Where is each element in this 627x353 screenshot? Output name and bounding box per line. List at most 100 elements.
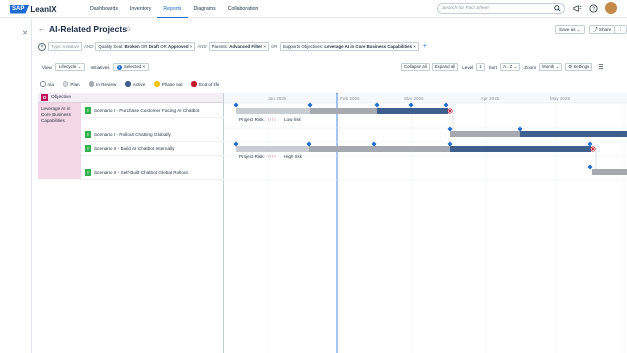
objective-header[interactable]: O Objective <box>38 93 223 103</box>
settings-label: Settings <box>573 64 590 69</box>
left-collapsed-sidebar <box>0 19 32 353</box>
legend-item[interactable]: n/a <box>40 81 54 87</box>
initiative-name: Scenario II - Self-Built Chatbot Global … <box>94 170 188 175</box>
chevron-down-icon: ⌄ <box>555 64 560 69</box>
filter-chip-type[interactable]: Type: Initiative <box>48 42 83 51</box>
risk-level-arrows: ↑↑↑↑ <box>267 154 276 159</box>
filter-operator: AND <box>197 44 207 49</box>
clear-selection-icon[interactable]: × <box>143 64 146 69</box>
review-bar[interactable] <box>310 108 377 114</box>
add-filter-icon[interactable]: + <box>423 43 427 50</box>
month-label: Apr 2025 <box>481 96 500 101</box>
collapse-all-button[interactable]: Collapse all <box>401 63 430 71</box>
initiative-row[interactable]: I Scenario II - Self-Built Chatbot Global… <box>81 166 224 180</box>
plan-bar[interactable] <box>236 108 310 114</box>
remove-filter-icon[interactable]: × <box>413 44 416 49</box>
initiative-row[interactable]: I Scenario I - Rollout Chatting Globally <box>81 128 224 142</box>
gantt-chart: Jan 2025 Feb 2025 Mar 2025 Apr 2025 May 2025… <box>224 93 627 353</box>
legend-item[interactable]: Phase out <box>154 81 182 87</box>
initiative-badge: I <box>85 169 91 176</box>
quality-value-approved: Approved <box>168 44 189 49</box>
legend-item[interactable]: In Review <box>88 81 117 87</box>
expand-all-button[interactable]: Expand all <box>431 63 459 71</box>
user-avatar[interactable] <box>605 2 617 14</box>
initiative-name: Scenario I - Purchase Customer Facing AI… <box>94 108 200 113</box>
more-options-button[interactable]: ⋮ <box>614 25 627 34</box>
active-bar[interactable] <box>450 146 591 152</box>
main-nav: Dashboards Inventory Reports Diagrams Collab… <box>84 0 264 18</box>
filter-chip-supports-objectives[interactable]: Supports Objectives: Leverage AI in Core… <box>279 42 419 51</box>
filter-chip-parents[interactable]: Parents: Advanced Filter × <box>208 42 269 51</box>
sort-select-value: A...Z <box>503 64 513 69</box>
review-bar[interactable] <box>309 146 450 152</box>
clear-filters-icon[interactable]: × <box>38 42 46 51</box>
review-bar[interactable] <box>592 169 627 175</box>
legend-swatch <box>40 81 46 87</box>
review-bar[interactable] <box>450 131 520 137</box>
share-label: Share <box>598 27 612 32</box>
zoom-label: Zoom <box>524 64 537 70</box>
share-button[interactable]: ⤴ Share <box>589 25 616 34</box>
sort-label: Sort <box>488 64 498 70</box>
fact-sheet-search-input[interactable]: Search for Fact Sheet <box>437 3 565 14</box>
back-arrow-icon[interactable]: ← <box>38 26 45 33</box>
sap-logo-text: SAP <box>10 4 30 14</box>
view-select[interactable]: Lifecycle ⌄ <box>54 63 86 71</box>
initiatives-label: Initiatives <box>90 64 110 70</box>
legend-swatch <box>88 81 95 87</box>
megaphone-icon[interactable] <box>573 4 582 13</box>
list-menu-icon[interactable]: ☰ <box>598 64 603 71</box>
legend-label: n/a <box>47 81 54 87</box>
supports-filter-label: Supports Objectives: <box>282 44 324 49</box>
active-bar[interactable] <box>377 108 448 114</box>
legend-label: In Review <box>96 81 117 87</box>
sort-select[interactable]: A...Z ⌄ <box>500 63 521 71</box>
parents-filter-label: Parents: <box>211 44 228 49</box>
milestone-diamond[interactable] <box>517 126 523 132</box>
plan-bar[interactable] <box>236 146 309 152</box>
lifecycle-legend: n/a Plan In Review Active Phase out End of li… <box>40 80 228 88</box>
favorite-star-icon[interactable]: ☆ <box>125 25 131 33</box>
active-bar[interactable] <box>520 131 627 137</box>
legend-item[interactable]: Plan <box>62 81 80 87</box>
objective-name-cell[interactable]: Leverage AI in Core Business Capabilitie… <box>38 103 81 179</box>
legend-label: End of life <box>198 81 220 87</box>
legend-swatch <box>62 81 69 87</box>
level-input[interactable]: 1 <box>476 63 485 71</box>
nav-reports[interactable]: Reports <box>157 0 188 18</box>
milestone-diamond[interactable] <box>587 164 593 170</box>
zoom-select[interactable]: Month ⌄ <box>539 63 563 71</box>
nav-inventory[interactable]: Inventory <box>124 0 157 18</box>
report-header: ← AI-Related Projects ☆ Save as ⌄ ⤴ Shar… <box>0 22 627 38</box>
nav-collaboration[interactable]: Collaboration <box>222 0 265 18</box>
save-as-label: Save as <box>559 27 576 32</box>
initiative-row[interactable]: I Scenario I - Purchase Customer Facing A… <box>81 104 224 118</box>
view-label: View <box>42 64 52 70</box>
legend-label: Plan <box>70 81 80 87</box>
nav-diagrams[interactable]: Diagrams <box>188 0 222 18</box>
help-icon[interactable]: ? <box>589 4 598 13</box>
settings-button[interactable]: ⚙ Settings <box>565 63 593 71</box>
top-navigation-bar: SAP LeanIX Dashboards Inventory Reports Dia… <box>0 0 627 18</box>
month-label: Jan 2025 <box>268 96 287 101</box>
initiatives-select[interactable]: 1 Selected × <box>112 63 150 71</box>
leanix-logo[interactable]: SAP LeanIX <box>10 4 57 14</box>
filter-chip-quality-seal[interactable]: Quality Seal: Broken OR Draft OR Approve… <box>95 42 196 51</box>
remove-filter-icon[interactable]: × <box>263 44 266 49</box>
legend-item[interactable]: End of life <box>191 81 219 87</box>
legend-item[interactable]: Active <box>125 81 145 87</box>
month-label: May 2025 <box>550 96 571 101</box>
end-of-life-dot <box>448 109 452 113</box>
risk-value-label: Low risk <box>284 117 302 122</box>
type-filter-label: Type: <box>51 44 62 49</box>
month-label: Mar 2025 <box>404 96 424 101</box>
initiative-row[interactable]: I Scenario II - Build AI Chatbot Internal… <box>81 142 224 156</box>
nav-dashboards[interactable]: Dashboards <box>84 0 124 18</box>
parents-filter-value: Advanced Filter <box>229 44 263 49</box>
project-risk-label: Project Risk: <box>239 117 265 122</box>
remove-filter-icon[interactable]: × <box>190 44 193 49</box>
save-as-button[interactable]: Save as ⌄ <box>555 25 585 34</box>
milestone-diamond[interactable] <box>447 126 453 132</box>
page-title: AI-Related Projects <box>49 24 127 34</box>
tree-controls: Collapse all Expand all Level 1 Sort A..… <box>401 62 604 72</box>
